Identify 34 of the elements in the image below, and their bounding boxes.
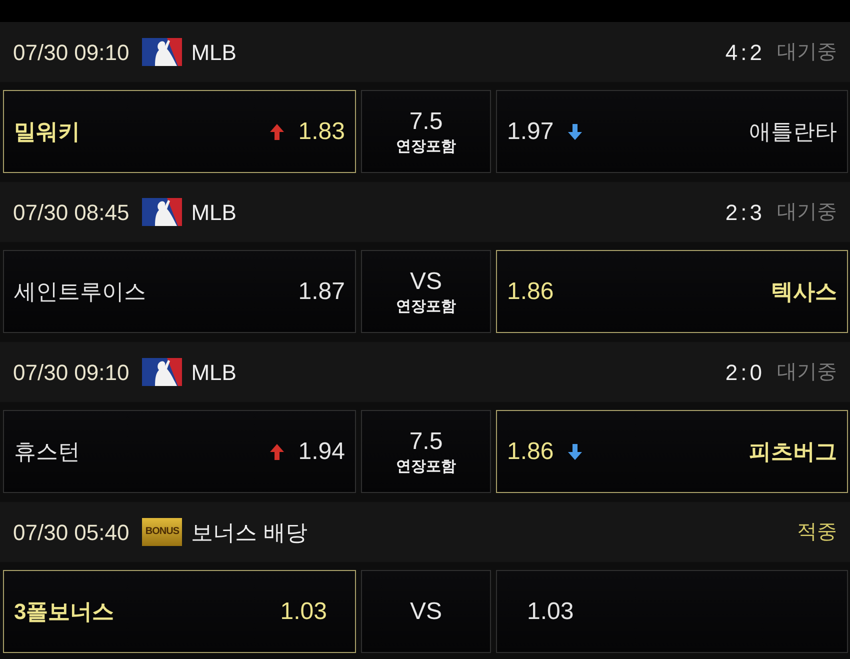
bonus-badge: BONUS: [142, 518, 182, 546]
odds-button[interactable]: 밀워키 1.83: [3, 90, 356, 173]
status-label: 대기중: [777, 40, 837, 65]
batter-silhouette-icon: [142, 198, 182, 226]
match-time: 07/30 08:45: [13, 198, 130, 226]
odds-button[interactable]: 1.03: [496, 570, 848, 653]
odds-button[interactable]: 1.86 텍사스: [496, 250, 848, 333]
overtime-note: 연장포함: [396, 296, 456, 316]
score: 2:3: [725, 198, 765, 226]
score: 4:2: [725, 38, 765, 66]
overtime-note: 연장포함: [396, 136, 456, 156]
league-name: MLB: [191, 38, 236, 66]
match-time: 07/30 09:10: [13, 38, 130, 66]
line-value: VS: [410, 266, 442, 296]
batter-silhouette-icon: [142, 358, 182, 386]
odds-button[interactable]: 3폴보너스 1.03: [3, 570, 356, 653]
score: 2:0: [725, 358, 765, 386]
status-label: 적중: [797, 520, 837, 545]
league-name: MLB: [191, 358, 236, 386]
overtime-note: 연장포함: [396, 456, 456, 476]
status-label: 대기중: [777, 360, 837, 385]
status-label: 대기중: [777, 200, 837, 225]
match-time: 07/30 09:10: [13, 358, 130, 386]
league-name: MLB: [191, 198, 236, 226]
odds-button[interactable]: 1.97 애틀란타: [496, 90, 848, 173]
league-name: 보너스 배당: [191, 518, 308, 546]
odds-button[interactable]: 1.86 피츠버그: [496, 410, 848, 493]
odds-button[interactable]: 휴스턴 1.94: [3, 410, 356, 493]
batter-silhouette-icon: [142, 38, 182, 66]
line-value: VS: [410, 596, 442, 626]
odds-button[interactable]: 세인트루이스 1.87: [3, 250, 356, 333]
line-value: 7.5: [409, 426, 443, 456]
line-value: 7.5: [409, 106, 443, 136]
match-time: 07/30 05:40: [13, 518, 130, 546]
